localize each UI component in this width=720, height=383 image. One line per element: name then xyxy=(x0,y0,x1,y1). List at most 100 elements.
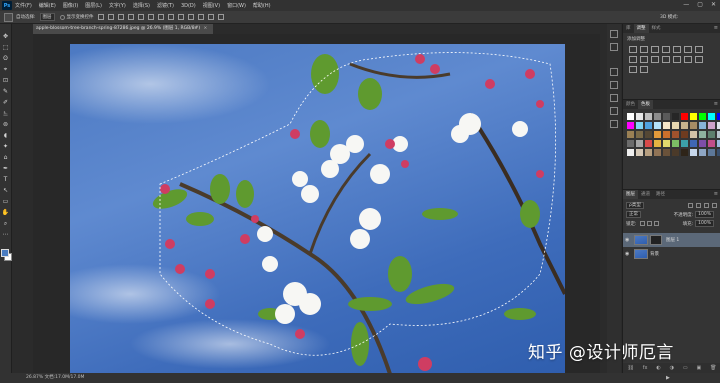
align-top-icon[interactable] xyxy=(97,14,104,20)
menu-window[interactable]: 窗口(W) xyxy=(227,2,246,9)
tab-color[interactable]: 颜色 xyxy=(623,100,638,109)
panel-menu-icon[interactable]: ≡ xyxy=(714,101,718,107)
hand-tool-icon[interactable]: ✋ xyxy=(1,208,10,217)
color-swatch[interactable] xyxy=(645,122,652,129)
menu-help[interactable]: 帮助(H) xyxy=(253,2,271,9)
color-swatch[interactable] xyxy=(663,113,670,120)
color-swatch[interactable] xyxy=(636,131,643,138)
color-swatch[interactable] xyxy=(663,131,670,138)
selective-color-icon[interactable] xyxy=(640,66,648,73)
tab-swatches[interactable]: 色板 xyxy=(638,100,653,109)
posterize-icon[interactable] xyxy=(684,56,692,63)
gradient-map-icon[interactable] xyxy=(629,66,637,73)
color-swatch[interactable] xyxy=(690,113,697,120)
opacity-input[interactable]: 100% xyxy=(695,211,714,218)
document-canvas-image[interactable] xyxy=(70,44,565,374)
visibility-eye-icon[interactable]: ◉ xyxy=(625,251,631,257)
menu-file[interactable]: 文件(F) xyxy=(15,2,32,9)
color-swatch[interactable] xyxy=(708,140,715,147)
path-select-tool-icon[interactable]: ↖ xyxy=(1,186,10,195)
visibility-eye-icon[interactable]: ◉ xyxy=(625,237,631,243)
healing-tool-icon[interactable]: ✐ xyxy=(1,98,10,107)
invert-icon[interactable] xyxy=(673,56,681,63)
history-icon[interactable] xyxy=(610,30,618,38)
color-swatch[interactable] xyxy=(708,113,715,120)
exposure-icon[interactable] xyxy=(662,46,670,53)
group-icon[interactable]: ▭ xyxy=(683,365,688,371)
color-swatch[interactable] xyxy=(699,131,706,138)
tab-libraries[interactable]: 库 xyxy=(623,24,634,33)
add-mask-icon[interactable]: ◐ xyxy=(656,365,660,371)
color-swatch[interactable] xyxy=(645,113,652,120)
color-swatch[interactable] xyxy=(681,140,688,147)
menu-type[interactable]: 文字(Y) xyxy=(109,2,126,9)
panel-menu-icon[interactable]: ≡ xyxy=(714,191,718,197)
close-icon[interactable]: ✕ xyxy=(711,1,716,8)
color-swatch[interactable] xyxy=(690,140,697,147)
more-tools-icon[interactable]: ⋯ xyxy=(1,230,10,239)
menu-filter[interactable]: 滤镜(T) xyxy=(157,2,174,9)
menu-select[interactable]: 选择(S) xyxy=(133,2,150,9)
balance-icon[interactable] xyxy=(695,46,703,53)
color-swatch[interactable] xyxy=(627,131,634,138)
clone-source-icon[interactable] xyxy=(610,107,618,115)
align-center-icon[interactable] xyxy=(137,14,144,20)
move-tool-icon[interactable]: ✥ xyxy=(1,32,10,41)
color-swatch[interactable] xyxy=(654,122,661,129)
tab-adjustments[interactable]: 调整 xyxy=(633,24,649,33)
filter-type-icon[interactable] xyxy=(704,203,709,208)
filter-pixel-icon[interactable] xyxy=(688,203,693,208)
auto-select-dropdown[interactable]: 图层 xyxy=(39,13,55,21)
dodge-tool-icon[interactable]: ⌂ xyxy=(1,153,10,162)
color-swatch[interactable] xyxy=(645,131,652,138)
color-swatch[interactable] xyxy=(708,131,715,138)
layer-mask-thumbnail[interactable] xyxy=(650,235,662,245)
menu-layer[interactable]: 图层(L) xyxy=(85,2,102,9)
color-swatch[interactable] xyxy=(636,113,643,120)
actions-icon[interactable] xyxy=(610,120,618,128)
panel-menu-icon[interactable]: ≡ xyxy=(714,25,718,31)
layer-style-icon[interactable]: fx xyxy=(643,365,648,371)
zoom-tool-icon[interactable]: ⌕ xyxy=(1,219,10,228)
color-swatch[interactable] xyxy=(681,149,688,156)
color-swatch[interactable] xyxy=(654,140,661,147)
auto-align-icon[interactable] xyxy=(217,14,224,20)
character-icon[interactable] xyxy=(610,68,618,76)
color-swatch[interactable] xyxy=(645,140,652,147)
stamp-tool-icon[interactable]: ⊚ xyxy=(1,120,10,129)
color-swatch[interactable] xyxy=(654,149,661,156)
color-swatch[interactable] xyxy=(708,122,715,129)
maximize-icon[interactable]: ▢ xyxy=(697,1,703,8)
bw-icon[interactable] xyxy=(629,56,637,63)
menu-image[interactable]: 图像(I) xyxy=(63,2,78,9)
align-bottom-icon[interactable] xyxy=(117,14,124,20)
fill-input[interactable]: 100% xyxy=(695,220,714,227)
adjustment-layer-icon[interactable]: ◑ xyxy=(670,365,674,371)
link-layers-icon[interactable]: ⛓ xyxy=(627,365,633,371)
tab-close-icon[interactable]: × xyxy=(204,26,208,31)
color-swatch[interactable] xyxy=(663,149,670,156)
distribute-bottom-icon[interactable] xyxy=(177,14,184,20)
color-swatch[interactable] xyxy=(672,131,679,138)
color-swatch[interactable] xyxy=(636,122,643,129)
lasso-tool-icon[interactable]: ʘ xyxy=(1,54,10,63)
move-tool-icon[interactable] xyxy=(4,12,13,22)
type-tool-icon[interactable]: T xyxy=(1,175,10,184)
color-swatch[interactable] xyxy=(672,149,679,156)
lock-pixels-icon[interactable] xyxy=(639,221,645,226)
color-swatch[interactable] xyxy=(699,113,706,120)
align-right-icon[interactable] xyxy=(147,14,154,20)
color-swatch[interactable] xyxy=(672,113,679,120)
channel-mixer-icon[interactable] xyxy=(651,56,659,63)
show-transform-checkbox[interactable] xyxy=(59,14,65,20)
color-swatch[interactable] xyxy=(699,140,706,147)
tab-layers[interactable]: 图层 xyxy=(623,190,638,199)
brush-tool-icon[interactable]: ⎁ xyxy=(1,109,10,118)
color-swatch[interactable] xyxy=(681,113,688,120)
color-swatch[interactable] xyxy=(663,122,670,129)
color-lookup-icon[interactable] xyxy=(662,56,670,63)
color-swatch[interactable] xyxy=(663,140,670,147)
crop-tool-icon[interactable]: ⊡ xyxy=(1,76,10,85)
filter-shape-icon[interactable] xyxy=(712,203,717,208)
tab-paths[interactable]: 路径 xyxy=(653,190,668,199)
